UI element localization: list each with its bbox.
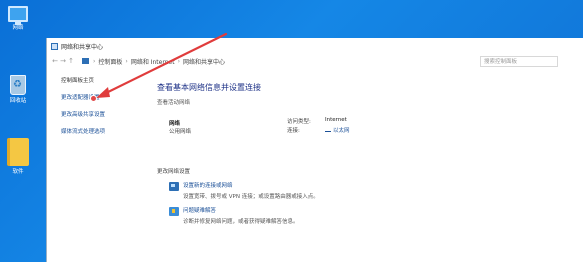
connection-link[interactable]: 以太网 (325, 126, 350, 134)
network-icon (8, 6, 28, 25)
desktop-icon-label: 回收站 (9, 98, 27, 104)
sidebar: 控制面板主页 更改适配器设置 更改高级共享设置 媒体流式处理选项 (47, 72, 145, 135)
network-sharing-center-window: 网络和共享中心 ← → ↑ › 控制面板 › 网络和 Internet › 网络… (46, 38, 583, 262)
page-title: 查看基本网络信息并设置连接 (157, 83, 261, 92)
sidebar-item-media-streaming[interactable]: 媒体流式处理选项 (61, 127, 145, 135)
search-input[interactable]: 搜索控制面板 (480, 55, 558, 67)
troubleshoot-action[interactable]: 问题疑难解答 诊断并修复网络问题，或者获得疑难解答信息。 (157, 206, 577, 225)
network-type: 公用网络 (169, 129, 192, 135)
desktop-icon-label: 网络 (12, 25, 24, 31)
recycle-bin-icon (10, 75, 26, 95)
breadcrumb-item[interactable]: 网络和共享中心 (183, 57, 225, 66)
connection-value: 以太网 (333, 128, 350, 134)
access-type-label: 访问类型: (287, 119, 311, 125)
troubleshoot-link[interactable]: 问题疑难解答 (183, 206, 299, 214)
title-bar[interactable]: 网络和共享中心 (47, 38, 583, 54)
active-network-panel: 网络 公用网络 访问类型: Internet 连接: 以太网 (157, 111, 577, 149)
troubleshoot-icon (169, 207, 179, 216)
active-networks-label: 查看活动网络 (157, 100, 191, 106)
control-panel-icon (51, 42, 58, 50)
back-arrow-icon[interactable]: ← (51, 57, 59, 65)
connection-label: 连接: (287, 128, 300, 134)
connection-row: 连接: 以太网 (287, 126, 350, 134)
access-type-row: 访问类型: Internet (287, 117, 347, 125)
up-arrow-icon[interactable]: ↑ (67, 57, 75, 65)
main-content: 查看基本网络信息并设置连接 查看活动网络 网络 公用网络 访问类型: Inter… (157, 82, 577, 225)
breadcrumb[interactable]: › 控制面板 › 网络和 Internet › 网络和共享中心 (79, 56, 432, 67)
breadcrumb-item[interactable]: 网络和 Internet (131, 57, 175, 66)
desktop-icon-recycle-bin[interactable]: 回收站 (2, 75, 34, 105)
ethernet-icon (325, 129, 331, 132)
access-type-value: Internet (325, 117, 347, 123)
troubleshoot-desc: 诊断并修复网络问题，或者获得疑难解答信息。 (183, 219, 299, 225)
sidebar-item-change-adapter-settings[interactable]: 更改适配器设置 (61, 93, 145, 101)
control-panel-small-icon (82, 58, 89, 64)
setup-connection-desc: 设置宽带、拨号或 VPN 连接；或设置路由器或接入点。 (183, 194, 319, 200)
network-wizard-icon (169, 182, 179, 191)
change-settings-label: 更改网络设置 (157, 169, 191, 175)
desktop-icon-software[interactable]: 软件 (2, 138, 34, 176)
click-marker (90, 95, 97, 102)
forward-arrow-icon[interactable]: → (59, 57, 67, 65)
desktop-icon-label: 软件 (12, 169, 24, 175)
address-bar: ← → ↑ › 控制面板 › 网络和 Internet › 网络和共享中心 搜索… (47, 54, 583, 68)
setup-connection-action[interactable]: 设置新的连接或网络 设置宽带、拨号或 VPN 连接；或设置路由器或接入点。 (157, 181, 577, 200)
sidebar-item-control-panel-home[interactable]: 控制面板主页 (61, 76, 145, 84)
breadcrumb-item[interactable]: 控制面板 (98, 57, 122, 66)
desktop-icon-network[interactable]: 网络 (2, 6, 34, 32)
setup-connection-link[interactable]: 设置新的连接或网络 (183, 181, 319, 189)
network-name: 网络 (169, 121, 181, 127)
search-placeholder: 搜索控制面板 (484, 59, 518, 65)
sidebar-item-advanced-sharing[interactable]: 更改高级共享设置 (61, 110, 145, 118)
window-title: 网络和共享中心 (61, 43, 104, 51)
folder-icon (7, 138, 29, 166)
